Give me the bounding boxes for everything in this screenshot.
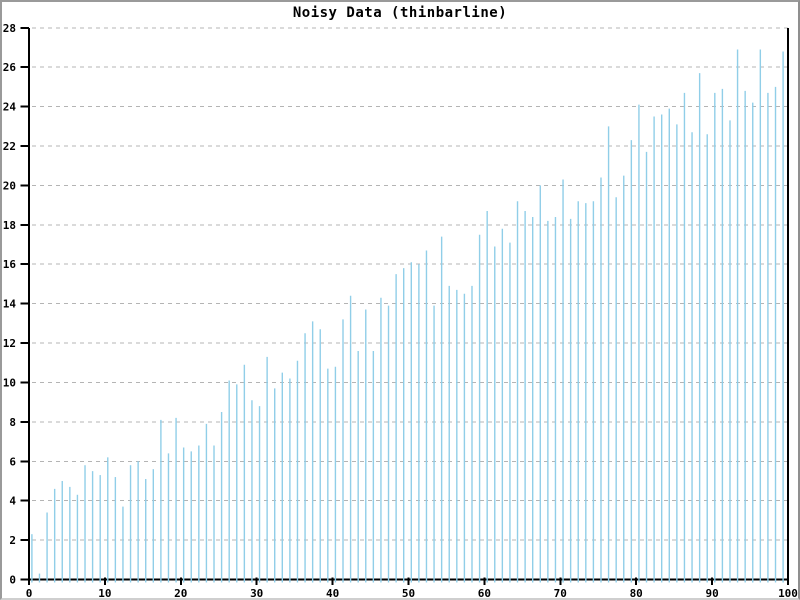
x-tick-label: 20 xyxy=(174,587,187,600)
x-tick-label: 10 xyxy=(98,587,111,600)
gridlines xyxy=(32,28,788,540)
y-tick-label: 24 xyxy=(3,101,17,114)
y-tick-label: 16 xyxy=(3,258,17,271)
chart-canvas: 0246810121416182022242628010203040506070… xyxy=(2,2,800,600)
y-tick-label: 12 xyxy=(3,337,16,350)
x-tick-label: 40 xyxy=(326,587,339,600)
x-tick-label: 100 xyxy=(778,587,798,600)
y-tick-label: 0 xyxy=(9,574,16,587)
y-tick-label: 18 xyxy=(3,219,16,232)
x-tick-label: 30 xyxy=(250,587,263,600)
y-tick-label: 26 xyxy=(3,61,17,74)
y-tick-label: 14 xyxy=(3,298,17,311)
bars xyxy=(32,49,783,582)
x-tick-label: 70 xyxy=(554,587,567,600)
chart-panel: Noisy Data (thinbarline) 024681012141618… xyxy=(0,0,800,600)
y-axis-ticks: 0246810121416182022242628 xyxy=(3,22,29,587)
y-tick-label: 8 xyxy=(9,416,16,429)
y-tick-label: 20 xyxy=(3,179,16,192)
y-tick-label: 28 xyxy=(3,22,16,35)
x-tick-label: 60 xyxy=(478,587,491,600)
x-tick-label: 0 xyxy=(26,587,33,600)
y-tick-label: 4 xyxy=(9,495,16,508)
x-tick-label: 50 xyxy=(402,587,415,600)
y-tick-label: 6 xyxy=(9,455,16,468)
x-tick-label: 80 xyxy=(630,587,643,600)
y-tick-label: 22 xyxy=(3,140,16,153)
y-tick-label: 10 xyxy=(3,376,16,389)
y-tick-label: 2 xyxy=(9,534,16,547)
x-tick-label: 90 xyxy=(705,587,718,600)
